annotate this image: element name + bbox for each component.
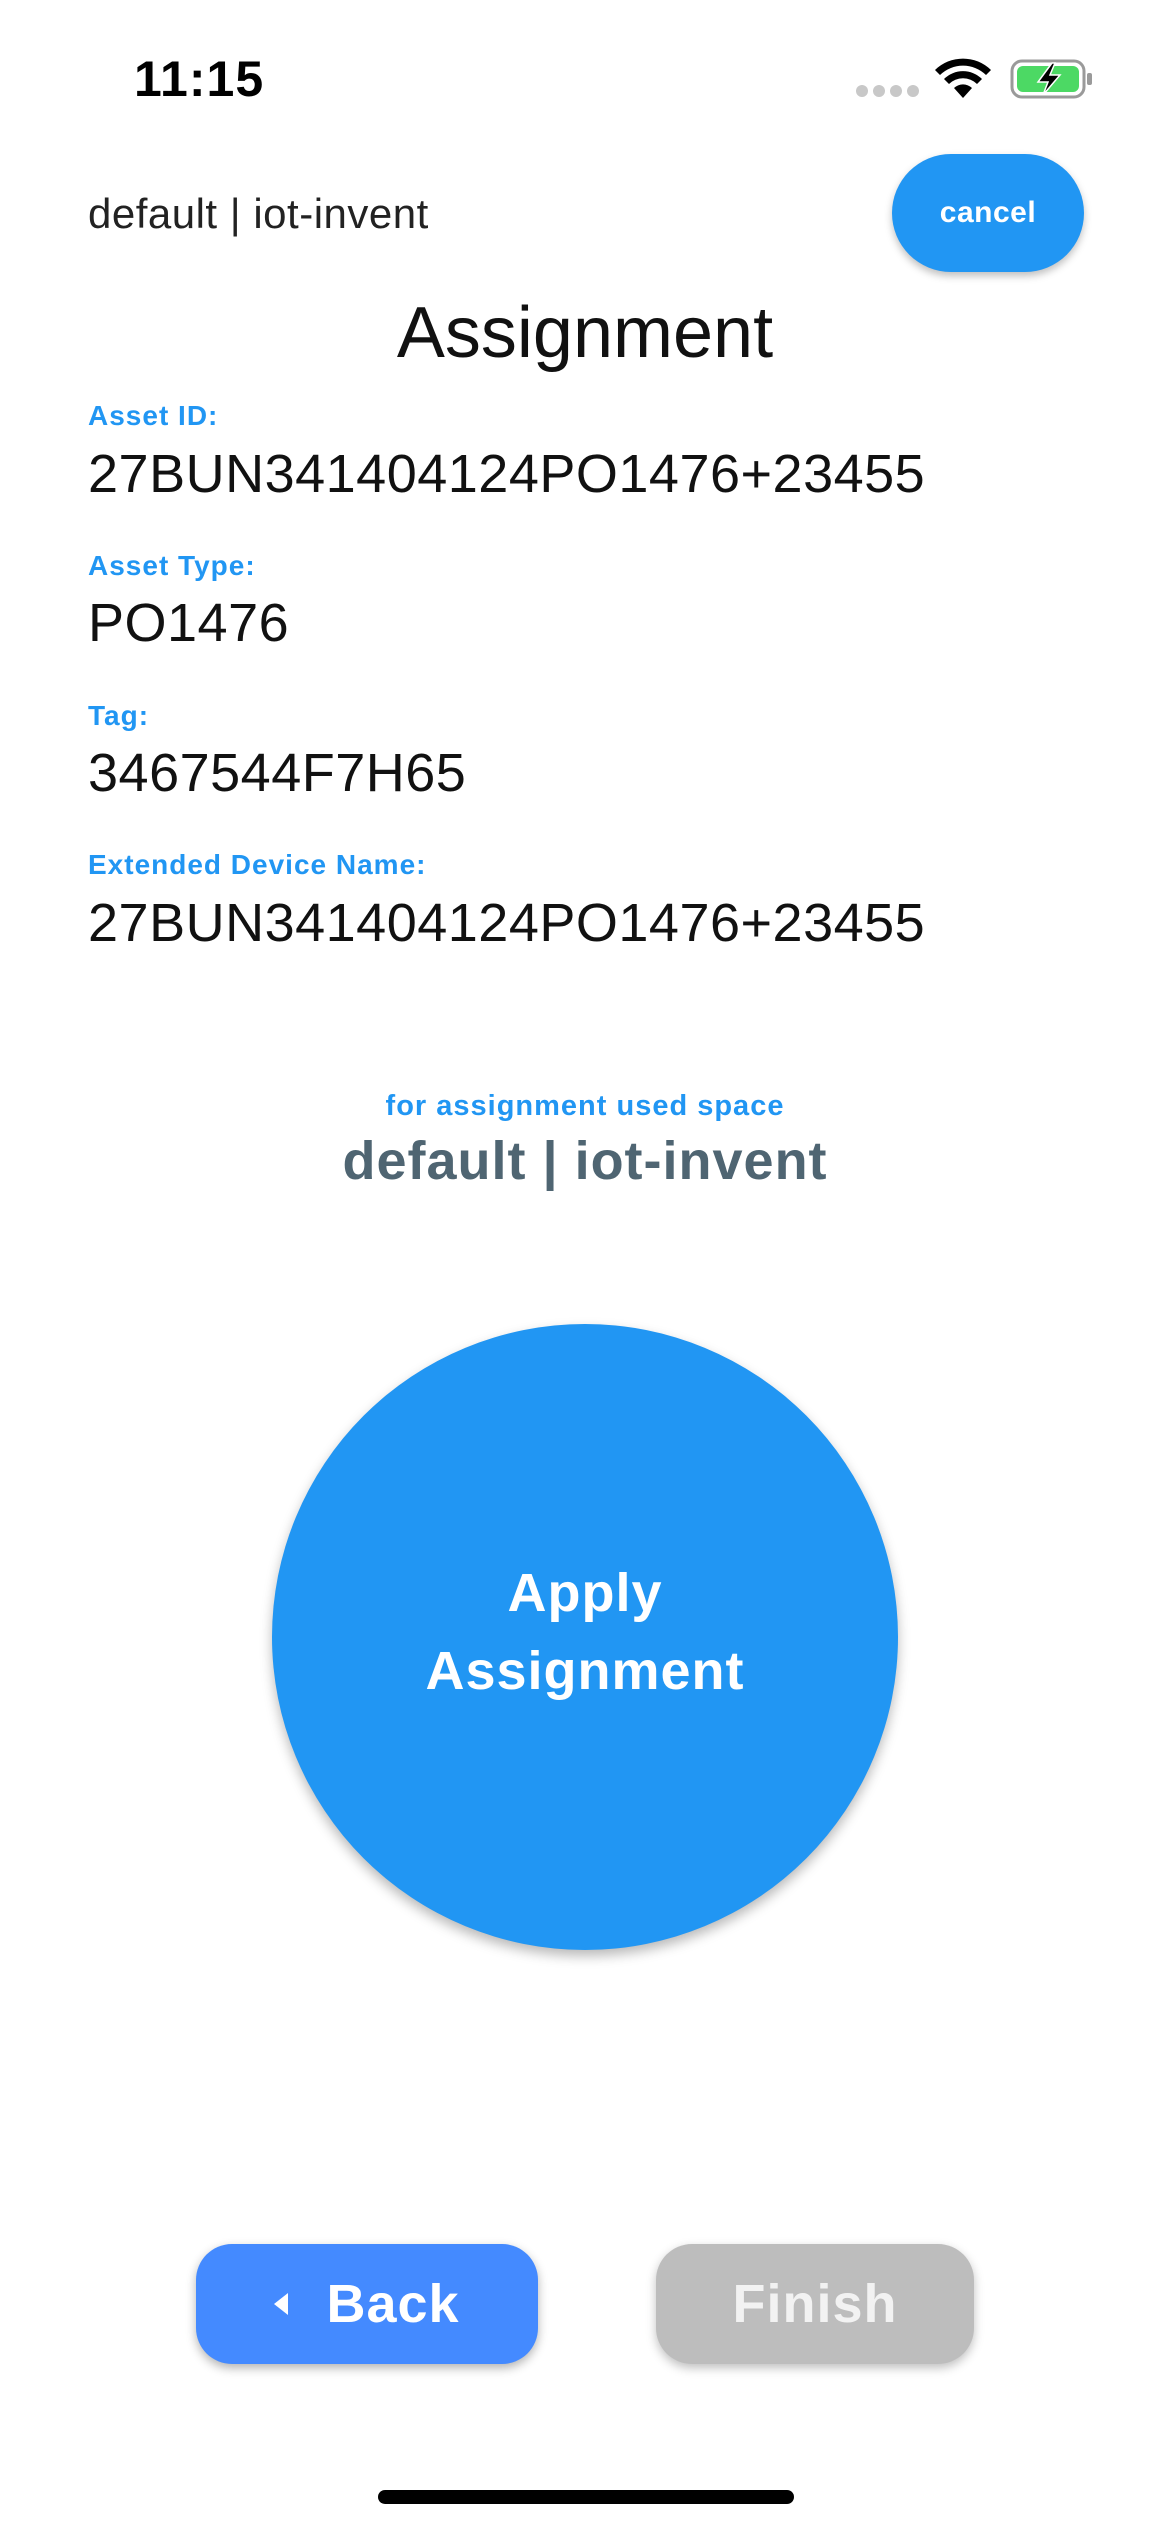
extended-device-name-value: 27BUN341404124PO1476+23455 bbox=[88, 893, 926, 953]
asset-type-value: PO1476 bbox=[88, 593, 290, 653]
tag-value: 3467544F7H65 bbox=[88, 743, 467, 803]
assignment-space-value: default | iot-invent bbox=[342, 1131, 828, 1191]
asset-type-label: Asset Type: bbox=[88, 550, 256, 581]
wifi-icon bbox=[935, 58, 991, 98]
asset-id-label: Asset ID: bbox=[88, 400, 219, 431]
back-button[interactable]: Back bbox=[196, 2244, 538, 2364]
tag-label: Tag: bbox=[88, 700, 150, 731]
chevron-left-icon bbox=[274, 2293, 289, 2315]
page-title: Assignment bbox=[396, 293, 774, 373]
finish-button[interactable]: Finish bbox=[656, 2244, 974, 2364]
cancel-button[interactable]: cancel bbox=[892, 154, 1084, 272]
battery-charging-icon bbox=[1010, 59, 1092, 99]
home-indicator bbox=[378, 2490, 794, 2504]
current-space-label: default | iot-invent bbox=[88, 190, 429, 237]
back-button-label: Back bbox=[326, 2274, 460, 2334]
asset-id-value: 27BUN341404124PO1476+23455 bbox=[88, 444, 926, 504]
cellular-signal-icon bbox=[856, 85, 920, 97]
status-bar-time: 11:15 bbox=[134, 51, 265, 107]
assignment-space-caption: for assignment used space bbox=[385, 1090, 785, 1122]
extended-device-name-label: Extended Device Name: bbox=[88, 849, 427, 880]
apply-assignment-button[interactable]: Apply Assignment bbox=[272, 1324, 898, 1950]
apply-assignment-label: Apply Assignment bbox=[425, 1563, 745, 1701]
